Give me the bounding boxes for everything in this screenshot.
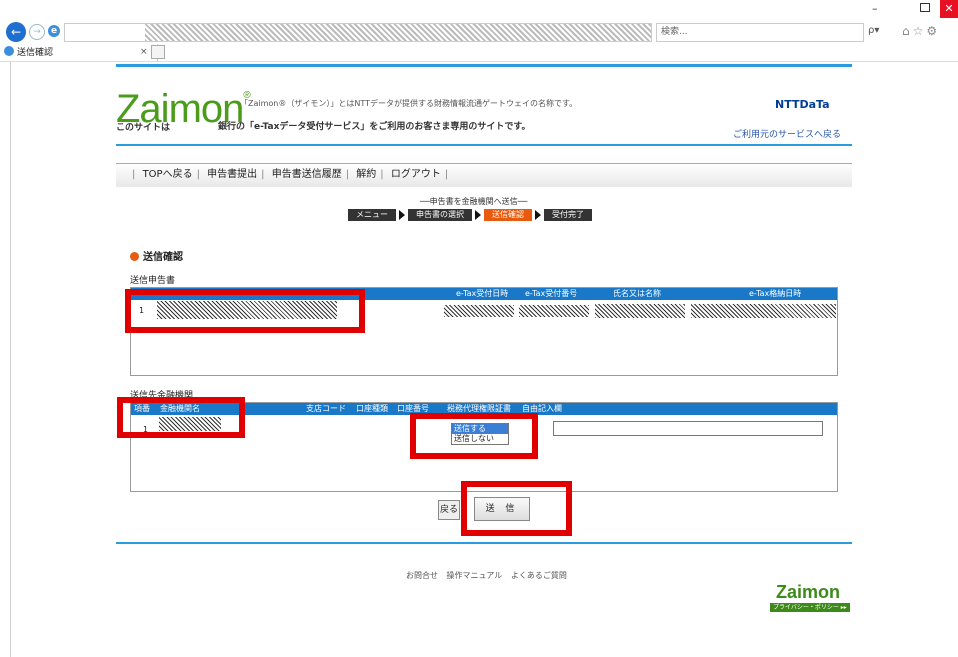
page-title: 送信確認 (130, 248, 183, 263)
step-complete: 受付完了 (544, 209, 592, 221)
step-confirm: 送信確認 (484, 209, 532, 221)
search-icon[interactable]: ρ▾ (868, 25, 879, 36)
highlight-box-select (410, 413, 538, 459)
free-text-input[interactable] (553, 421, 823, 436)
header-top-rule (116, 64, 852, 67)
footer-zaimon-logo[interactable]: Zaimon プライバシー・ポリシー ▸▸ (770, 582, 850, 612)
section-label-returns: 送信申告書 (130, 276, 176, 286)
highlight-box-file (125, 289, 365, 333)
browser-tab[interactable]: 送信確認 (0, 44, 158, 62)
toolbar-icons[interactable]: ⌂☆⚙ (902, 24, 940, 38)
logo-description: 「Zaimon®（ザイモン）」とはNTTデータが提供する財務情報流通ゲートウェイ… (240, 99, 578, 108)
nttdata-logo: NTTDaTa (775, 98, 830, 111)
redacted-datetime (444, 305, 514, 317)
search-input[interactable]: 検索... (656, 23, 864, 42)
tab-close-icon[interactable]: × (140, 47, 148, 57)
browser-chrome: – ✕ ← → e 検索... ρ▾ ⌂☆⚙ 送信確認 × (0, 0, 958, 62)
ie-logo-icon: e (48, 25, 60, 37)
col-etax-datetime: e-Tax受付日時 (456, 289, 509, 298)
step-arrow-icon (475, 210, 481, 220)
nav-cancel[interactable]: 解約 (356, 169, 376, 180)
bullet-icon (130, 252, 139, 261)
step-arrow-icon (535, 210, 541, 220)
new-tab-button[interactable] (151, 45, 165, 59)
close-window-icon[interactable]: ✕ (940, 0, 958, 18)
col-account-type: 口座種類 (356, 404, 388, 413)
main-nav: | TOPへ戻る | 申告書提出 | 申告書送信履歴 | 解約 | ログアウト | (116, 163, 852, 187)
col-stored-datetime: e-Tax格納日時 (749, 289, 802, 298)
service-return-link[interactable]: ご利用元のサービスへ戻る (733, 127, 841, 140)
highlight-box-bank (117, 397, 245, 438)
site-note-detail: 銀行の「e-Taxデータ受付サービス」をご利用のお客さま専用のサイトです。 (218, 122, 531, 132)
nav-submit[interactable]: 申告書提出 (207, 169, 257, 180)
redacted-stored (691, 304, 836, 318)
page-edge (10, 62, 11, 657)
ie-tab-icon (4, 46, 14, 56)
step-select: 申告書の選択 (408, 209, 472, 221)
tab-title: 送信確認 (17, 48, 54, 58)
col-branch-code: 支店コード (306, 404, 346, 413)
address-bar[interactable] (64, 23, 652, 42)
forward-arrow-icon[interactable]: → (29, 24, 45, 40)
redacted-name (595, 304, 685, 318)
nav-history[interactable]: 申告書送信履歴 (272, 169, 342, 180)
redacted-number (519, 305, 589, 317)
nav-top[interactable]: TOPへ戻る (143, 169, 193, 180)
nav-logout[interactable]: ログアウト (391, 169, 441, 180)
privacy-policy-link[interactable]: プライバシー・ポリシー ▸▸ (770, 603, 850, 612)
footer-links[interactable]: お問合せ 操作マニュアル よくあるご質問 (406, 570, 567, 581)
col-etax-number: e-Tax受付番号 (525, 289, 578, 298)
flow-title: ──申告書を金融機関へ送信── (420, 197, 528, 206)
progress-steps: メニュー 申告書の選択 送信確認 受付完了 (348, 209, 592, 221)
footer-rule (116, 542, 852, 544)
back-button[interactable]: 戻る (438, 500, 460, 520)
step-arrow-icon (399, 210, 405, 220)
highlight-box-send (461, 481, 572, 536)
site-note: このサイトは (116, 123, 171, 133)
minimize-icon[interactable]: – (872, 2, 878, 15)
back-arrow-icon[interactable]: ← (6, 22, 26, 42)
maximize-icon[interactable] (920, 3, 930, 12)
header-bottom-rule (116, 144, 852, 146)
col-name: 氏名又は名称 (613, 289, 661, 298)
step-menu: メニュー (348, 209, 396, 221)
